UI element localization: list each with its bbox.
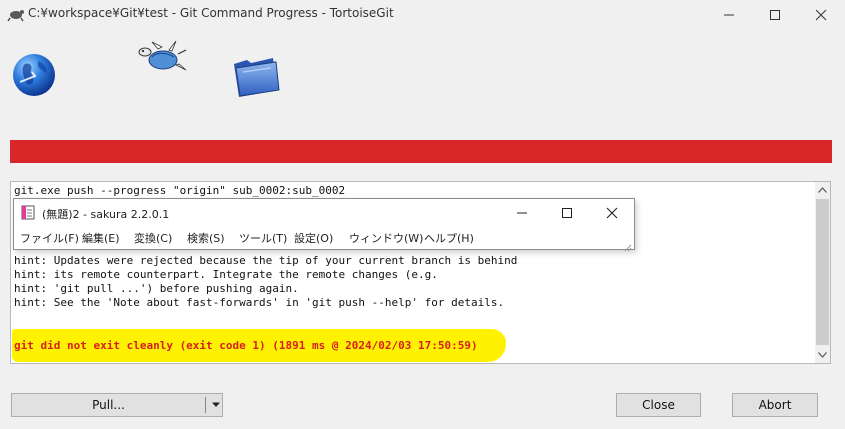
sakura-window-title: (無題)2 - sakura 2.2.0.1	[42, 208, 170, 221]
sakura-close-button[interactable]	[600, 204, 624, 222]
size-grip-icon[interactable]	[622, 237, 632, 252]
close-icon	[606, 207, 618, 219]
log-scrollbar[interactable]	[815, 182, 830, 363]
menu-edit[interactable]: 編集(E)	[82, 230, 120, 246]
folder-icon	[231, 54, 281, 102]
menu-tools[interactable]: ツール(T)	[239, 230, 287, 246]
error-line: git did not exit cleanly (exit code 1) (…	[14, 339, 478, 352]
maximize-icon	[770, 10, 780, 20]
close-button[interactable]: Close	[616, 393, 701, 417]
scroll-down-icon[interactable]	[818, 352, 827, 358]
split-divider	[205, 397, 206, 413]
scroll-up-icon[interactable]	[818, 187, 827, 193]
pull-split-button[interactable]: Pull...	[11, 393, 223, 417]
menu-window[interactable]: ウィンドウ(W)	[349, 230, 423, 246]
menu-file[interactable]: ファイル(F)	[20, 230, 79, 246]
scrollbar-thumb[interactable]	[816, 199, 829, 345]
hint-line: hint: See the 'Note about fast-forwards'…	[14, 296, 505, 309]
sakura-editor-window[interactable]: (無題)2 - sakura 2.2.0.1 ファイル(F) 編集(E) 変換(…	[13, 198, 635, 252]
notepad-icon	[21, 205, 35, 220]
hint-line: hint: Updates were rejected because the …	[14, 254, 518, 267]
menu-convert[interactable]: 変換(C)	[134, 230, 172, 246]
menu-search[interactable]: 検索(S)	[187, 230, 225, 246]
sakura-minimize-button[interactable]	[510, 204, 534, 222]
close-icon	[815, 9, 827, 21]
sakura-maximize-button[interactable]	[555, 204, 579, 222]
hint-line: hint: 'git pull ...') before pushing aga…	[14, 282, 299, 295]
flying-turtle-icon	[136, 40, 188, 78]
menu-help[interactable]: ヘルプ(H)	[424, 230, 474, 246]
dropdown-arrow-icon[interactable]	[211, 402, 221, 408]
minimize-button[interactable]	[706, 0, 752, 28]
sakura-menu-bar: ファイル(F) 編集(E) 変換(C) 検索(S) ツール(T) 設定(O) ウ…	[14, 228, 634, 249]
minimize-icon	[724, 14, 734, 16]
progress-bar	[10, 140, 832, 163]
close-window-button[interactable]	[798, 0, 844, 28]
abort-button[interactable]: Abort	[732, 393, 818, 417]
hint-line: hint: its remote counterpart. Integrate …	[14, 268, 438, 281]
menu-settings[interactable]: 設定(O)	[294, 230, 333, 246]
pull-button-label[interactable]: Pull...	[12, 394, 205, 416]
globe-icon	[11, 52, 57, 102]
command-line: git.exe push --progress "origin" sub_000…	[14, 184, 346, 197]
maximize-icon	[562, 208, 572, 218]
maximize-button[interactable]	[752, 0, 798, 28]
tortoisegit-turtle-icon[interactable]	[7, 6, 25, 22]
title-bar: C:¥workspace¥Git¥test - Git Command Prog…	[0, 0, 845, 28]
window-title: C:¥workspace¥Git¥test - Git Command Prog…	[28, 6, 394, 20]
minimize-icon	[517, 212, 527, 214]
